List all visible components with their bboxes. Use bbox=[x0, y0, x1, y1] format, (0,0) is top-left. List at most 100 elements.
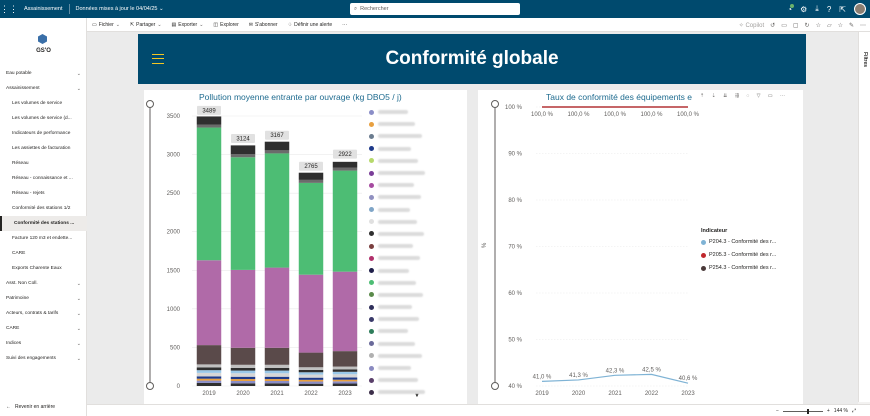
more-options-button[interactable]: ··· bbox=[337, 22, 352, 28]
chevron-down-icon[interactable]: ⌄ bbox=[77, 326, 81, 332]
data-label: 42,5 % bbox=[642, 367, 661, 373]
legend-item[interactable] bbox=[369, 277, 464, 289]
sidebar-item[interactable]: Eau potable ⌄ bbox=[0, 66, 87, 81]
set-alert-button[interactable]: ♢ Définir une alerte bbox=[283, 22, 338, 28]
view-icon[interactable]: ▭ bbox=[781, 22, 787, 29]
sidebar-item-label: Les volumes de service (d... bbox=[12, 116, 72, 121]
bar-segment bbox=[332, 379, 358, 382]
legend-item[interactable]: P204.3 - Conformité des r... bbox=[701, 239, 776, 245]
download-icon[interactable]: ⤓ bbox=[815, 4, 819, 14]
chevron-down-icon[interactable]: ⌄ bbox=[77, 71, 81, 77]
sidebar-item[interactable]: Asst. Non Coll. ⌄ bbox=[0, 276, 87, 291]
chevron-down-icon[interactable]: ⌄ bbox=[77, 356, 81, 362]
menu-icon[interactable] bbox=[152, 54, 164, 64]
app-launcher-icon[interactable]: ⋮⋮ bbox=[0, 0, 18, 18]
chevron-down-icon[interactable]: ⌄ bbox=[77, 341, 81, 347]
sidebar-item[interactable]: CARE bbox=[0, 246, 87, 261]
legend-item[interactable] bbox=[369, 118, 464, 130]
sidebar-item[interactable]: Réseau - connaissance et ... bbox=[0, 171, 87, 186]
sidebar-item[interactable]: Suivi des engagements ⌄ bbox=[0, 351, 87, 366]
legend-item[interactable] bbox=[369, 167, 464, 179]
legend-item[interactable] bbox=[369, 264, 464, 276]
sidebar-item[interactable]: Patrimoine ⌄ bbox=[0, 291, 87, 306]
legend-item[interactable] bbox=[369, 191, 464, 203]
sidebar-item[interactable]: Exports Charente Eaux bbox=[0, 261, 87, 276]
legend-item[interactable] bbox=[369, 240, 464, 252]
legend-item[interactable] bbox=[369, 313, 464, 325]
explore-button[interactable]: ◫ Explorer bbox=[208, 22, 243, 28]
share-menu[interactable]: ⇱ Partager ⌄ bbox=[125, 22, 167, 28]
legend-marker bbox=[369, 133, 374, 139]
sidebar-item[interactable]: Conformité des stations 1/2 bbox=[0, 201, 87, 216]
line-chart[interactable]: % 40 % 50 % 60 % 70 % 80 % 90 % 100 % 2019 2020 20… bbox=[478, 90, 803, 404]
chevron-down-icon[interactable]: ⌄ bbox=[77, 86, 81, 92]
share-icon[interactable]: ⇱ bbox=[839, 5, 846, 14]
zoom-in-icon[interactable]: + bbox=[827, 408, 830, 414]
settings-icon[interactable]: ⚙ bbox=[800, 5, 807, 14]
sidebar-item[interactable]: Facture 120 m3 et endette... bbox=[0, 231, 87, 246]
legend-item[interactable]: P254.3 - Conformité des r... bbox=[701, 265, 776, 271]
legend-item[interactable] bbox=[369, 252, 464, 264]
reset-icon[interactable]: ↺ bbox=[770, 22, 775, 29]
legend-item[interactable] bbox=[369, 362, 464, 374]
notifications-icon[interactable]: ◔ bbox=[787, 3, 794, 14]
y-tick-label: 50 % bbox=[508, 338, 522, 344]
fit-page-icon[interactable]: ⤢ bbox=[852, 408, 856, 414]
subscribe-button[interactable]: ✉ S'abonner bbox=[244, 22, 283, 28]
more-icon[interactable]: ⋯ bbox=[860, 22, 866, 29]
legend-item[interactable] bbox=[369, 155, 464, 167]
comment-icon[interactable]: ▱ bbox=[827, 22, 832, 29]
bookmark-icon[interactable]: ☆ bbox=[816, 22, 821, 29]
legend-item[interactable]: P205.3 - Conformité des r... bbox=[701, 252, 776, 258]
sidebar-item[interactable]: Les assiettes de facturation bbox=[0, 141, 87, 156]
legend-item[interactable] bbox=[369, 204, 464, 216]
legend-item[interactable] bbox=[369, 338, 464, 350]
app-name[interactable]: Assainissement bbox=[18, 6, 69, 12]
legend-item[interactable] bbox=[369, 350, 464, 362]
sidebar-item[interactable]: CARE ⌄ bbox=[0, 321, 87, 336]
legend-item[interactable] bbox=[369, 228, 464, 240]
conformity-chart-panel[interactable]: Taux de conformité des équipements e ⇡ ⇣… bbox=[478, 90, 803, 404]
favorite-icon[interactable]: ☆ bbox=[838, 22, 843, 29]
data-update-label[interactable]: Données mises à jour le 04/04/25 ⌄ bbox=[70, 6, 170, 12]
refresh-icon[interactable]: ↻ bbox=[805, 22, 810, 29]
legend-item[interactable] bbox=[369, 216, 464, 228]
legend-item[interactable] bbox=[369, 130, 464, 142]
sidebar-item[interactable]: Indices ⌄ bbox=[0, 336, 87, 351]
bar-segment bbox=[264, 153, 290, 268]
sidebar-item[interactable]: Acteurs, contrats & tarifs ⌄ bbox=[0, 306, 87, 321]
legend-item[interactable] bbox=[369, 106, 464, 118]
legend-item[interactable] bbox=[369, 301, 464, 313]
edit-icon[interactable]: ✎ bbox=[849, 22, 854, 29]
legend-item[interactable] bbox=[369, 374, 464, 386]
copilot-button[interactable]: ✧ Copilot bbox=[739, 22, 764, 29]
sidebar-item[interactable]: Les volumes de service (d... bbox=[0, 111, 87, 126]
legend-item[interactable] bbox=[369, 386, 464, 398]
avatar[interactable] bbox=[854, 3, 866, 15]
sidebar-item[interactable]: Réseau bbox=[0, 156, 87, 171]
sidebar-item[interactable]: Les volumes de service bbox=[0, 96, 87, 111]
chat-icon[interactable]: ▢ bbox=[793, 22, 799, 29]
zoom-control[interactable]: − + 144 % ⤢ bbox=[776, 408, 856, 414]
chevron-down-icon[interactable]: ⌄ bbox=[77, 281, 81, 287]
filters-pane[interactable]: Filtres bbox=[858, 32, 870, 402]
legend-item[interactable] bbox=[369, 179, 464, 191]
legend-item[interactable] bbox=[369, 325, 464, 337]
sidebar-item[interactable]: Réseau - rejets bbox=[0, 186, 87, 201]
file-menu[interactable]: ▭ Fichier ⌄ bbox=[87, 22, 125, 28]
export-menu[interactable]: ▤ Exporter ⌄ bbox=[167, 22, 209, 28]
sidebar-item[interactable]: Conformité des stations ... bbox=[0, 216, 87, 231]
chevron-down-icon[interactable]: ⌄ bbox=[77, 311, 81, 317]
zoom-slider[interactable] bbox=[782, 408, 823, 414]
pollution-chart-panel[interactable]: Pollution moyenne entrante par ouvrage (… bbox=[144, 90, 467, 404]
search-input[interactable]: ⌕ Rechercher bbox=[350, 3, 520, 15]
sidebar-item[interactable]: Indicateurs de performance bbox=[0, 126, 87, 141]
legend-item[interactable] bbox=[369, 143, 464, 155]
bar-segment bbox=[196, 380, 222, 383]
legend-item[interactable] bbox=[369, 289, 464, 301]
back-button[interactable]: ← Revenir en arrière bbox=[6, 404, 55, 410]
help-icon[interactable]: ? bbox=[827, 5, 831, 14]
sidebar-item[interactable]: Assainissement ⌄ bbox=[0, 81, 87, 96]
chevron-down-icon[interactable]: ⌄ bbox=[77, 296, 81, 302]
zoom-out-icon[interactable]: − bbox=[776, 408, 779, 414]
